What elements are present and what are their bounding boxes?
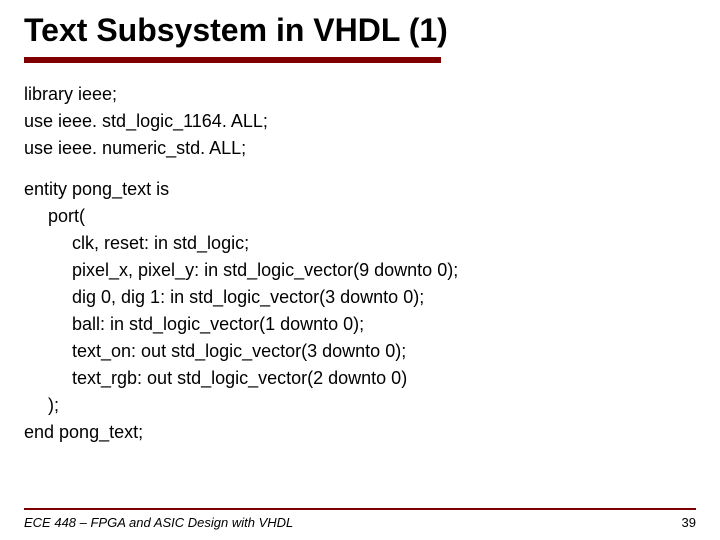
footer-course: ECE 448 – FPGA and ASIC Design with VHDL [24,515,293,530]
code-line: pixel_x, pixel_y: in std_logic_vector(9 … [24,257,696,284]
title-underline [24,57,441,63]
code-line: library ieee; [24,81,696,108]
code-line: end pong_text; [24,419,696,446]
code-line: use ieee. numeric_std. ALL; [24,135,696,162]
slide-footer: ECE 448 – FPGA and ASIC Design with VHDL… [24,515,696,530]
slide-container: Text Subsystem in VHDL (1) library ieee;… [0,0,720,540]
page-number: 39 [682,515,696,530]
code-line: use ieee. std_logic_1164. ALL; [24,108,696,135]
code-block-1: library ieee; use ieee. std_logic_1164. … [24,81,696,162]
code-line: text_rgb: out std_logic_vector(2 downto … [24,365,696,392]
code-line: entity pong_text is [24,176,696,203]
code-line: text_on: out std_logic_vector(3 downto 0… [24,338,696,365]
code-line: ball: in std_logic_vector(1 downto 0); [24,311,696,338]
code-block-2: entity pong_text is port( clk, reset: in… [24,176,696,446]
code-line: ); [24,392,696,419]
code-line: clk, reset: in std_logic; [24,230,696,257]
code-line: port( [24,203,696,230]
code-line: dig 0, dig 1: in std_logic_vector(3 down… [24,284,696,311]
slide-title: Text Subsystem in VHDL (1) [24,12,696,49]
footer-rule [24,508,696,510]
